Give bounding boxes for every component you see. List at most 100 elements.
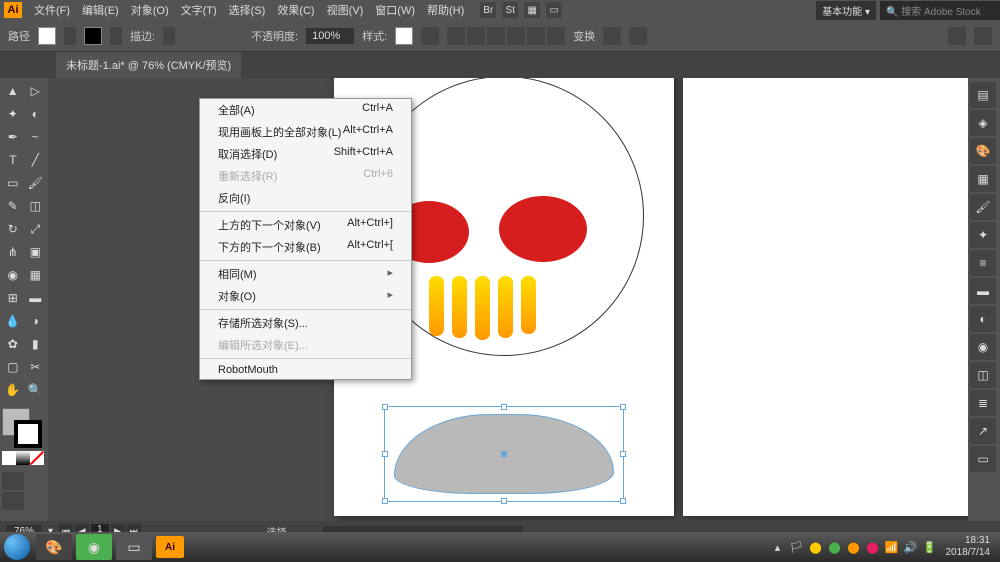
width-tool[interactable]: ⋔ (2, 241, 24, 263)
selection-handle[interactable] (501, 404, 507, 410)
hand-tool[interactable]: ✋ (2, 379, 24, 401)
paintbrush-tool[interactable]: 🖌 (25, 172, 47, 194)
selection-tool[interactable]: ▲ (2, 80, 24, 102)
menu-item-same[interactable]: 相同(M)▸ (200, 263, 411, 285)
start-button[interactable] (0, 532, 34, 562)
menu-select[interactable]: 选择(S) (223, 0, 272, 21)
menu-item-robotmouth[interactable]: RobotMouth (200, 361, 411, 379)
stock-icon[interactable]: St (502, 2, 518, 18)
symbol-sprayer-tool[interactable]: ✿ (2, 333, 24, 355)
symbols-panel-icon[interactable]: ✦ (970, 222, 996, 248)
menu-effect[interactable]: 效果(C) (271, 0, 320, 21)
lasso-tool[interactable]: ◐ (25, 103, 47, 125)
color-panel-icon[interactable]: 🎨 (970, 138, 996, 164)
shape-mode-icon[interactable] (603, 27, 621, 45)
menu-file[interactable]: 文件(F) (28, 0, 76, 21)
bridge-icon[interactable]: Br (480, 2, 496, 18)
menu-edit[interactable]: 编辑(E) (76, 0, 125, 21)
align-left-icon[interactable] (447, 27, 465, 45)
taskbar-app[interactable]: 🎨 (36, 534, 72, 560)
tray-volume-icon[interactable]: 🔊 (904, 540, 918, 554)
gpu-icon[interactable]: ▭ (546, 2, 562, 18)
selection-handle[interactable] (501, 498, 507, 504)
color-mode-gradient[interactable] (16, 451, 30, 465)
taskbar-app-illustrator[interactable]: Ai (156, 536, 184, 558)
panel-toggle-icon[interactable] (974, 27, 992, 45)
recolor-icon[interactable] (421, 27, 439, 45)
column-graph-tool[interactable]: ▮ (25, 333, 47, 355)
menu-item-object[interactable]: 对象(O)▸ (200, 285, 411, 307)
properties-panel-icon[interactable]: ▤ (970, 82, 996, 108)
menu-item-all[interactable]: 全部(A)Ctrl+A (200, 99, 411, 121)
blend-tool[interactable]: ◑ (25, 310, 47, 332)
layers-panel-icon[interactable]: ≣ (970, 390, 996, 416)
fill-dropdown[interactable] (64, 27, 76, 45)
graphic-styles-panel-icon[interactable]: ◫ (970, 362, 996, 388)
libraries-panel-icon[interactable]: ◈ (970, 110, 996, 136)
menu-window[interactable]: 窗口(W) (369, 0, 421, 21)
tray-network-icon[interactable]: 📶 (885, 540, 899, 554)
rectangle-tool[interactable]: ▭ (2, 172, 24, 194)
stroke-swatch[interactable] (84, 27, 102, 45)
draw-normal-icon[interactable] (2, 472, 24, 490)
magic-wand-tool[interactable]: ✦ (2, 103, 24, 125)
fill-stroke-indicator[interactable] (2, 408, 42, 448)
fill-swatch[interactable] (38, 27, 56, 45)
selection-handle[interactable] (620, 451, 626, 457)
taskbar-clock[interactable]: 18:31 2018/7/14 (942, 535, 995, 559)
menu-item-next-above[interactable]: 上方的下一个对象(V)Alt+Ctrl+] (200, 214, 411, 236)
menu-help[interactable]: 帮助(H) (421, 0, 470, 21)
artboards-panel-icon[interactable]: ▭ (970, 446, 996, 472)
selected-blob-group[interactable] (384, 406, 624, 502)
curvature-tool[interactable]: ~ (25, 126, 47, 148)
color-mode-color[interactable] (2, 451, 16, 465)
menu-item-edit-selection[interactable]: 编辑所选对象(E)... (200, 334, 411, 356)
selection-handle[interactable] (382, 404, 388, 410)
tray-up-icon[interactable]: ▴ (771, 540, 785, 554)
free-transform-tool[interactable]: ▣ (25, 241, 47, 263)
tray-icon[interactable]: ⬤ (866, 540, 880, 554)
perspective-grid-tool[interactable]: ▦ (25, 264, 47, 286)
selection-handle[interactable] (382, 498, 388, 504)
menu-item-deselect[interactable]: 取消选择(D)Shift+Ctrl+A (200, 143, 411, 165)
rotate-tool[interactable]: ↻ (2, 218, 24, 240)
screen-mode-icon[interactable] (2, 492, 24, 510)
document-tab[interactable]: 未标题-1.ai* @ 76% (CMYK/预览) (56, 52, 241, 78)
scale-tool[interactable]: ⤢ (25, 218, 47, 240)
shape-builder-tool[interactable]: ◉ (2, 264, 24, 286)
zoom-tool[interactable]: 🔍 (25, 379, 47, 401)
arrange-icon[interactable]: ▦ (524, 2, 540, 18)
direct-selection-tool[interactable]: ▷ (25, 80, 47, 102)
taskbar-app[interactable]: ◉ (76, 534, 112, 560)
workspace-switcher[interactable]: 基本功能 ▾ (816, 1, 876, 20)
canvas[interactable] (48, 78, 968, 521)
taskbar-app[interactable]: ▭ (116, 534, 152, 560)
selection-center[interactable] (501, 451, 507, 457)
align-top-icon[interactable] (507, 27, 525, 45)
align-vcenter-icon[interactable] (527, 27, 545, 45)
color-mode-none[interactable] (30, 451, 44, 465)
selection-handle[interactable] (620, 498, 626, 504)
stroke-panel-icon[interactable]: ≡ (970, 250, 996, 276)
tray-icon[interactable]: ⬤ (828, 540, 842, 554)
swatches-panel-icon[interactable]: ▦ (970, 166, 996, 192)
tray-icon[interactable]: ⬤ (847, 540, 861, 554)
menu-item-inverse[interactable]: 反向(I) (200, 187, 411, 209)
type-tool[interactable]: T (2, 149, 24, 171)
mesh-tool[interactable]: ⊞ (2, 287, 24, 309)
menu-item-save-selection[interactable]: 存储所选对象(S)... (200, 312, 411, 334)
tray-battery-icon[interactable]: 🔋 (923, 540, 937, 554)
settings-icon[interactable] (948, 27, 966, 45)
opacity-field[interactable]: 100% (306, 28, 354, 44)
asset-export-panel-icon[interactable]: ↗ (970, 418, 996, 444)
line-segment-tool[interactable]: ╱ (25, 149, 47, 171)
style-swatch[interactable] (395, 27, 413, 45)
brushes-panel-icon[interactable]: 🖌 (970, 194, 996, 220)
pen-tool[interactable]: ✒ (2, 126, 24, 148)
gradient-tool[interactable]: ▬ (25, 287, 47, 309)
align-hcenter-icon[interactable] (467, 27, 485, 45)
search-input[interactable]: 🔍 搜索 Adobe Stock (880, 1, 1000, 20)
eraser-tool[interactable]: ◫ (25, 195, 47, 217)
menu-view[interactable]: 视图(V) (321, 0, 370, 21)
transparency-panel-icon[interactable]: ◐ (970, 306, 996, 332)
